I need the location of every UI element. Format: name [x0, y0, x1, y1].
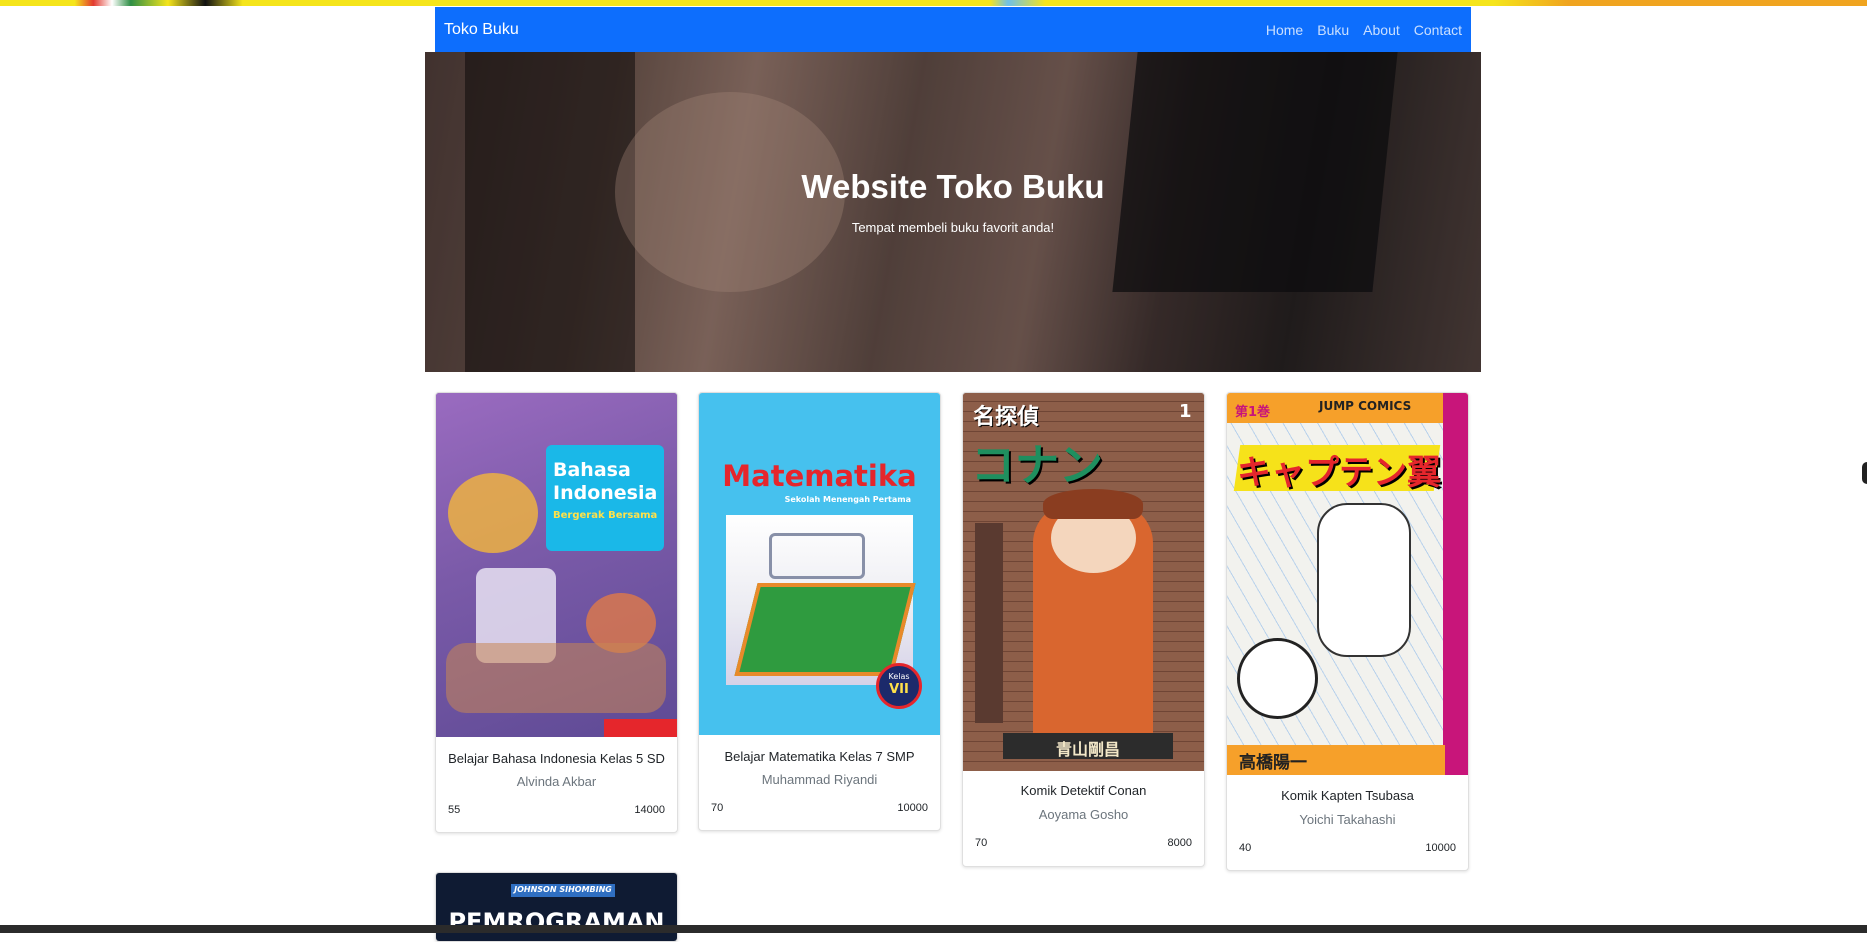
hero-overlay — [425, 52, 1481, 372]
book-stock: 40 — [1239, 842, 1252, 854]
nav-home-link[interactable]: Home — [1266, 22, 1303, 38]
cover-title-jp: 名探偵 — [973, 405, 1040, 430]
book-author: Yoichi Takahashi — [1299, 812, 1396, 827]
book-card-bahasa[interactable]: Bahasa Indonesia Bergerak Bersama Belaja… — [435, 392, 678, 833]
hero-banner: Website Toko Buku Tempat membeli buku fa… — [425, 52, 1481, 372]
cover-title-line2: Indonesia — [553, 482, 658, 504]
cover-title: Matematika — [722, 459, 917, 493]
cover-volume: 1 — [1179, 401, 1192, 422]
book-price: 8000 — [1167, 837, 1192, 849]
book-cover-tsubasa: JUMP COMICS 第1巻 キャプテン翼 高橋陽一 — [1227, 393, 1468, 775]
book-card-matematika[interactable]: Matematika Sekolah Menengah Pertama Kela… — [698, 392, 941, 831]
book-price: 14000 — [634, 804, 665, 816]
nav-about-link[interactable]: About — [1363, 22, 1400, 38]
scroll-edge-indicator — [1862, 462, 1867, 484]
cover-subtitle: Bergerak Bersama — [553, 510, 658, 521]
hero-title: Website Toko Buku — [801, 168, 1105, 205]
brand-link[interactable]: Toko Buku — [444, 21, 519, 39]
cover-author-label: JOHNSON SIHOMBING — [514, 885, 612, 894]
book-card-tsubasa[interactable]: JUMP COMICS 第1巻 キャプテン翼 高橋陽一 Komik Kapten… — [1226, 392, 1469, 871]
book-price: 10000 — [1425, 842, 1456, 854]
book-cover-conan: 名探偵 コナン 1 青山剛昌 — [963, 393, 1204, 771]
desktop-top-strip — [0, 0, 1867, 6]
book-cover-bahasa: Bahasa Indonesia Bergerak Bersama — [436, 393, 677, 737]
cover-subtitle: Sekolah Menengah Pertama — [784, 495, 911, 504]
cover-author-jp: 青山剛昌 — [1055, 740, 1120, 759]
cover-badge-label: Kelas — [888, 672, 910, 681]
book-author: Aoyama Gosho — [1038, 807, 1129, 822]
book-author: Alvinda Akbar — [516, 774, 597, 789]
book-title: Komik Kapten Tsubasa — [1281, 788, 1414, 803]
book-stock: 55 — [448, 804, 461, 816]
book-card-conan[interactable]: 名探偵 コナン 1 青山剛昌 Komik Detektif Conan Aoya… — [962, 392, 1205, 867]
book-stock: 70 — [975, 837, 988, 849]
taskbar-strip — [0, 925, 1867, 933]
cover-title-jp: キャプテン翼 — [1237, 453, 1441, 493]
cover-label: JUMP COMICS — [1319, 399, 1412, 413]
book-title: Komik Detektif Conan — [1020, 783, 1147, 798]
navbar: Toko Buku Home Buku About Contact — [435, 7, 1471, 52]
nav-contact-link[interactable]: Contact — [1414, 22, 1462, 38]
book-stock: 70 — [711, 802, 724, 814]
nav-buku-link[interactable]: Buku — [1317, 22, 1349, 38]
cover-author-jp: 高橋陽一 — [1239, 753, 1307, 773]
nav-links: Home Buku About Contact — [1266, 22, 1462, 38]
book-cover-matematika: Matematika Sekolah Menengah Pertama Kela… — [699, 393, 940, 735]
hero-subtitle: Tempat membeli buku favorit anda! — [851, 220, 1055, 235]
cover-title-line1: Bahasa — [553, 459, 631, 481]
cover-badge-grade: VII — [889, 682, 909, 697]
cover-title-katakana: コナン — [971, 440, 1103, 491]
book-title: Belajar Bahasa Indonesia Kelas 5 SD — [448, 751, 665, 766]
cover-volume: 第1巻 — [1235, 405, 1271, 420]
book-author: Muhammad Riyandi — [761, 772, 878, 787]
book-title: Belajar Matematika Kelas 7 SMP — [724, 749, 915, 764]
book-price: 10000 — [897, 802, 928, 814]
